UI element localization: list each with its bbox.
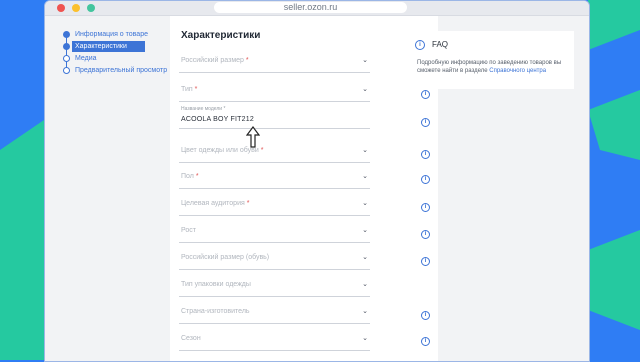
info-icon: i [415, 40, 425, 50]
height-select[interactable]: Рост ⌄ [179, 224, 370, 243]
model-name-value: ACOOLA BOY FIT212 [181, 116, 254, 123]
close-window-dot[interactable] [57, 4, 65, 12]
target-audience-select[interactable]: Целевая аудитория * ⌄ [179, 197, 370, 216]
required-mark: * [245, 57, 249, 64]
info-icon[interactable]: i [421, 118, 430, 127]
required-mark: * [195, 173, 199, 180]
step-dot-icon [63, 31, 70, 38]
info-icon[interactable]: i [421, 337, 430, 346]
gender-select[interactable]: Пол * ⌄ [179, 170, 370, 189]
sidebar-progress-line [66, 34, 67, 70]
info-icon[interactable]: i [421, 150, 430, 159]
field-label: Российский размер (обувь) [181, 254, 270, 261]
arrow-cursor-icon [246, 126, 260, 148]
season-select[interactable]: Сезон ⌄ [179, 332, 370, 351]
browser-titlebar: seller.ozon.ru [45, 1, 589, 16]
step-dot-icon [63, 55, 70, 62]
required-mark: * [260, 147, 264, 154]
info-icon[interactable]: i [421, 203, 430, 212]
browser-window: seller.ozon.ru Информация о товаре Харак… [44, 0, 590, 362]
chevron-down-icon[interactable]: ⌄ [362, 172, 368, 180]
info-icon[interactable]: i [421, 230, 430, 239]
required-mark: * [246, 200, 250, 207]
field-label: Рост [181, 227, 196, 234]
chevron-down-icon[interactable]: ⌄ [362, 307, 368, 315]
minimize-window-dot[interactable] [72, 4, 80, 12]
chevron-down-icon[interactable]: ⌄ [362, 253, 368, 261]
required-mark: * [194, 86, 198, 93]
address-bar[interactable]: seller.ozon.ru [214, 2, 407, 13]
chevron-down-icon[interactable]: ⌄ [362, 146, 368, 154]
help-center-link[interactable]: Справочного центра [489, 68, 546, 74]
characteristics-form: Характеристики Российский размер * ⌄ i Т… [170, 16, 438, 361]
info-icon[interactable]: i [421, 90, 430, 99]
field-label: Пол [181, 173, 194, 180]
field-label: Российский размер [181, 57, 244, 64]
sidebar-item-label: Информация о товаре [75, 31, 148, 38]
faq-text: Подробную информацию по заведению товаро… [417, 59, 572, 75]
info-icon[interactable]: i [421, 175, 430, 184]
type-select[interactable]: Тип * ⌄ [179, 83, 370, 102]
sidebar-item-label: Медиа [75, 55, 97, 62]
field-label: Целевая аудитория [181, 200, 245, 207]
shoe-size-select[interactable]: Российский размер (обувь) ⌄ [179, 251, 370, 270]
field-label: Страна-изготовитель [181, 308, 250, 315]
sidebar-item-label: Характеристики [72, 41, 145, 52]
step-dot-icon [63, 43, 70, 50]
chevron-down-icon[interactable]: ⌄ [362, 334, 368, 342]
field-label: Цвет одежды или обуви [181, 147, 259, 154]
step-dot-icon [63, 67, 70, 74]
required-mark: * [223, 106, 226, 112]
faq-title: FAQ [432, 40, 449, 49]
country-select[interactable]: Страна-изготовитель ⌄ [179, 305, 370, 324]
model-name-input[interactable]: Название модели * ACOOLA BOY FIT212 [179, 106, 370, 129]
field-label: Тип [181, 86, 193, 93]
field-label: Сезон [181, 335, 201, 342]
info-icon[interactable]: i [421, 311, 430, 320]
chevron-down-icon[interactable]: ⌄ [362, 85, 368, 93]
field-label: Название модели [181, 106, 223, 112]
faq-card: i FAQ Подробную информацию по заведению … [407, 31, 574, 89]
color-select[interactable]: Цвет одежды или обуви * ⌄ [179, 144, 370, 163]
maximize-window-dot[interactable] [87, 4, 95, 12]
packaging-type-select[interactable]: Тип упаковки одежды ⌄ [179, 278, 370, 297]
sidebar-item-label: Предварительный просмотр [75, 67, 168, 74]
page-title: Характеристики [181, 30, 261, 41]
field-label: Тип упаковки одежды [181, 281, 251, 288]
info-icon[interactable]: i [421, 257, 430, 266]
chevron-down-icon[interactable]: ⌄ [362, 226, 368, 234]
chevron-down-icon[interactable]: ⌄ [362, 56, 368, 64]
russian-size-select[interactable]: Российский размер * ⌄ [179, 54, 370, 73]
chevron-down-icon[interactable]: ⌄ [362, 199, 368, 207]
chevron-down-icon[interactable]: ⌄ [362, 280, 368, 288]
